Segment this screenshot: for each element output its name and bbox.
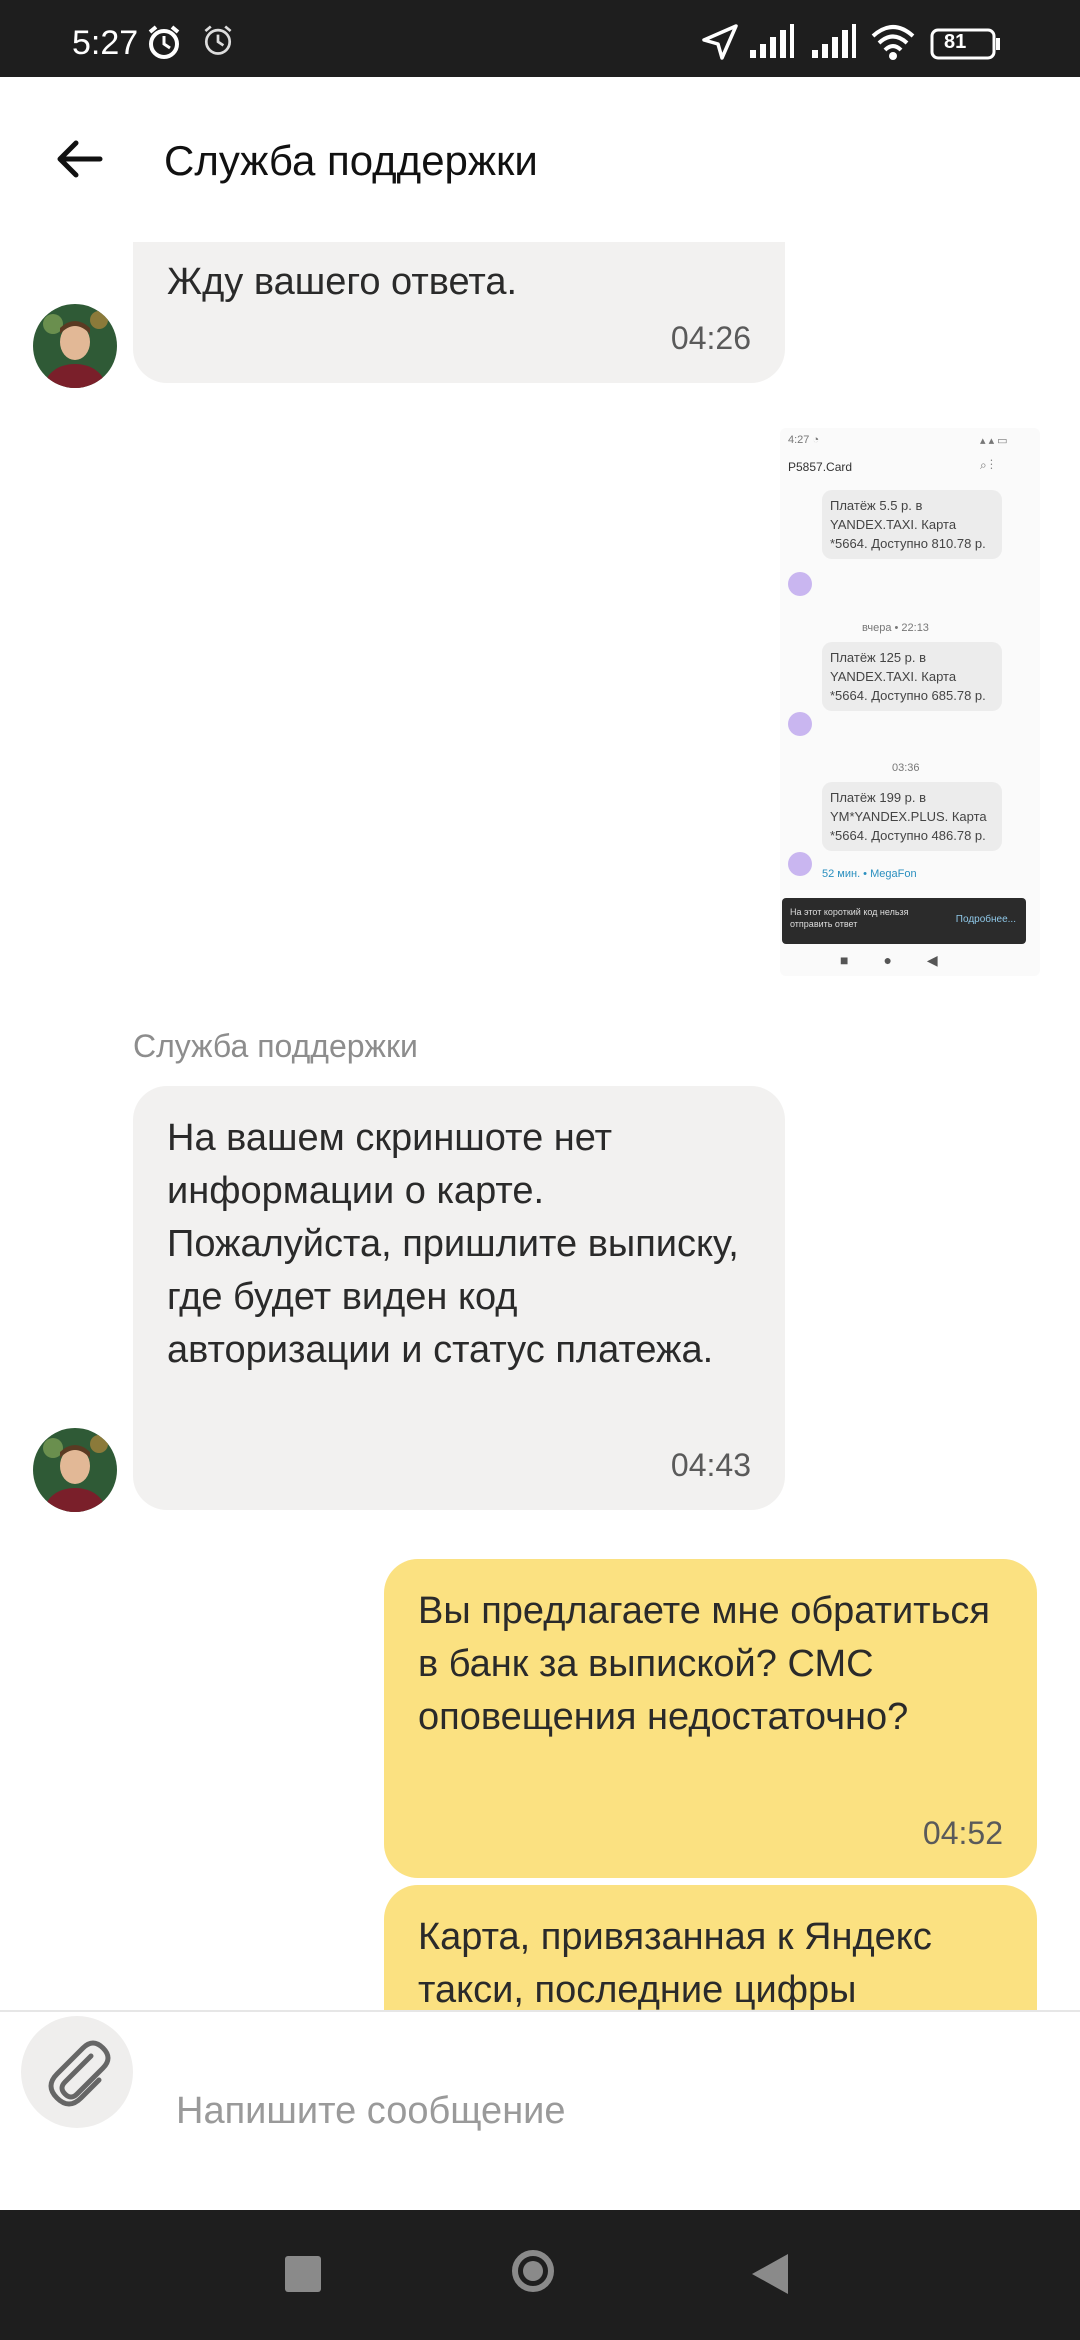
- avatar[interactable]: [33, 304, 117, 388]
- arrow-left-icon: [57, 140, 103, 178]
- sms-separator: вчера • 22:13: [862, 622, 929, 634]
- message-text: Карта, привязанная к Яндекс такси, после…: [418, 1916, 943, 2010]
- attach-button[interactable]: [21, 2016, 133, 2128]
- signal-icon: [748, 22, 796, 66]
- message-time: 04:26: [670, 320, 751, 356]
- sms-avatar: [788, 852, 812, 876]
- sms-separator: 03:36: [892, 762, 920, 774]
- sms-avatar: [788, 712, 812, 736]
- message-outgoing[interactable]: Карта, привязанная к Яндекс такси, после…: [384, 1885, 1037, 2010]
- sms-bubble: Платёж 199 р. в YM*YANDEX.PLUS. Карта *5…: [822, 782, 1002, 851]
- status-bar: 5:27 81: [0, 0, 1080, 77]
- battery-icon: 81: [930, 28, 1002, 64]
- sms-avatar: [788, 572, 812, 596]
- home-circle-icon[interactable]: [512, 2250, 554, 2292]
- sms-bubble: Платёж 5.5 р. в YANDEX.TAXI. Карта *5664…: [822, 490, 1002, 559]
- system-nav-bar: [0, 2210, 1080, 2340]
- signal-icon: [810, 22, 858, 66]
- location-icon: [700, 22, 740, 66]
- battery-level: 81: [944, 31, 967, 53]
- avatar[interactable]: [33, 1428, 117, 1512]
- chat-header: Служба поддержки: [0, 77, 1080, 242]
- message-time: 04:43: [670, 1447, 751, 1483]
- sms-sender: P5857.Card: [788, 460, 853, 474]
- page-title: Служба поддержки: [164, 137, 538, 184]
- paperclip-icon: [48, 2040, 111, 2107]
- sms-banner-action: Подробнее...: [955, 914, 1016, 925]
- sms-banner: На этот короткий код нельзя отправить от…: [782, 898, 1026, 944]
- message-text: На вашем скриншоте нет информации о карт…: [167, 1117, 750, 1371]
- message-list[interactable]: Жду вашего ответа. 04:26 4:27 ◔ ▴ ▴ ▭ P5…: [0, 242, 1080, 2010]
- message-input[interactable]: Напишите сообщение: [176, 2090, 566, 2133]
- message-text: Вы предлагаете мне обратиться в банк за …: [418, 1590, 1001, 1738]
- message-incoming[interactable]: На вашем скриншоте нет информации о карт…: [133, 1086, 785, 1510]
- sender-name: Служба поддержки: [133, 1028, 418, 1064]
- message-text: Жду вашего ответа.: [167, 261, 518, 303]
- alarm-icon: [144, 22, 184, 66]
- alarm-icon: [200, 22, 236, 62]
- message-outgoing[interactable]: Вы предлагаете мне обратиться в банк за …: [384, 1559, 1037, 1878]
- back-button[interactable]: [50, 129, 120, 189]
- message-time: 04:52: [922, 1815, 1003, 1851]
- sms-meta: 52 мин. • MegaFon: [822, 868, 917, 880]
- status-time: 5:27: [72, 24, 139, 62]
- image-attachment[interactable]: 4:27 ◔ ▴ ▴ ▭ P5857.Card ⌕ ⋮ Платёж 5.5 р…: [780, 428, 1040, 976]
- sms-banner-text: На этот короткий код нельзя отправить от…: [790, 907, 909, 929]
- recents-square-icon[interactable]: [285, 2256, 321, 2292]
- wifi-icon: [870, 22, 916, 66]
- sms-bubble: Платёж 125 р. в YANDEX.TAXI. Карта *5664…: [822, 642, 1002, 711]
- message-incoming[interactable]: Жду вашего ответа. 04:26: [133, 242, 785, 383]
- back-triangle-icon[interactable]: [752, 2254, 788, 2294]
